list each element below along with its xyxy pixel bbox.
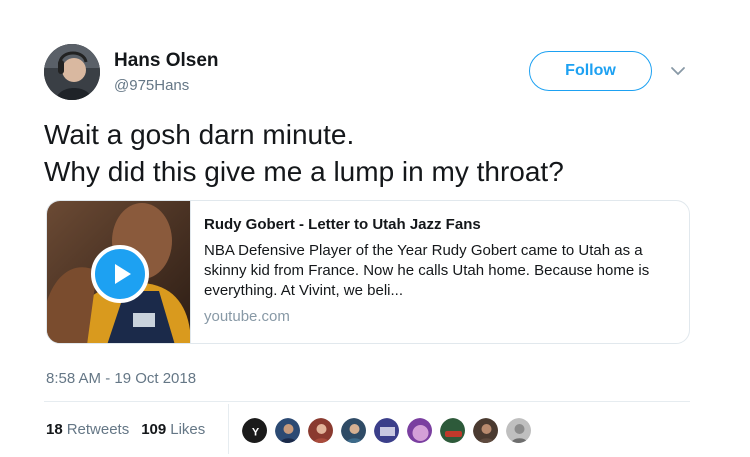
liker-avatar[interactable] — [406, 417, 433, 444]
liker-avatar[interactable] — [340, 417, 367, 444]
play-button[interactable] — [91, 245, 149, 303]
retweets-stat[interactable]: 18 Retweets — [46, 421, 129, 438]
likes-stat[interactable]: 109 Likes — [141, 421, 205, 438]
author-handle[interactable]: @975Hans — [114, 77, 189, 94]
stats-separator — [228, 404, 229, 454]
retweets-label: Retweets — [66, 421, 130, 438]
card-description: NBA Defensive Player of the Year Rudy Go… — [204, 242, 650, 299]
likes-count: 109 — [141, 421, 167, 438]
svg-text:Y: Y — [252, 427, 260, 439]
liker-avatar[interactable] — [439, 417, 466, 444]
chevron-down-icon[interactable] — [670, 64, 686, 78]
tweet-stats: 18 Retweets 109 Likes — [46, 421, 217, 438]
avatar-image — [44, 44, 100, 100]
divider — [44, 401, 690, 402]
card-thumbnail[interactable] — [47, 201, 191, 343]
play-icon — [114, 264, 131, 284]
liker-avatar[interactable] — [373, 417, 400, 444]
card-domain: youtube.com — [204, 308, 290, 325]
retweets-count: 18 — [46, 421, 63, 438]
liker-avatar[interactable] — [472, 417, 499, 444]
follow-button[interactable]: Follow — [529, 51, 652, 91]
tweet-text: Wait a gosh darn minute. Why did this gi… — [44, 116, 564, 190]
tweet-timestamp[interactable]: 8:58 AM - 19 Oct 2018 — [46, 370, 196, 387]
liker-avatars: Y — [241, 417, 538, 444]
likes-label: Likes — [170, 421, 206, 438]
card-title: Rudy Gobert - Letter to Utah Jazz Fans — [204, 216, 481, 233]
card-body[interactable]: Rudy Gobert - Letter to Utah Jazz Fans N… — [191, 201, 689, 343]
liker-avatar[interactable] — [307, 417, 334, 444]
author-name[interactable]: Hans Olsen — [114, 50, 219, 72]
tweet-text-line-2: Why did this give me a lump in my throat… — [44, 156, 564, 187]
author-avatar[interactable] — [44, 44, 100, 100]
liker-avatar[interactable] — [505, 417, 532, 444]
liker-avatar[interactable]: Y — [241, 417, 268, 444]
liker-avatar[interactable] — [274, 417, 301, 444]
tweet-text-line-1: Wait a gosh darn minute. — [44, 119, 355, 150]
link-card[interactable]: Rudy Gobert - Letter to Utah Jazz Fans N… — [46, 200, 690, 344]
